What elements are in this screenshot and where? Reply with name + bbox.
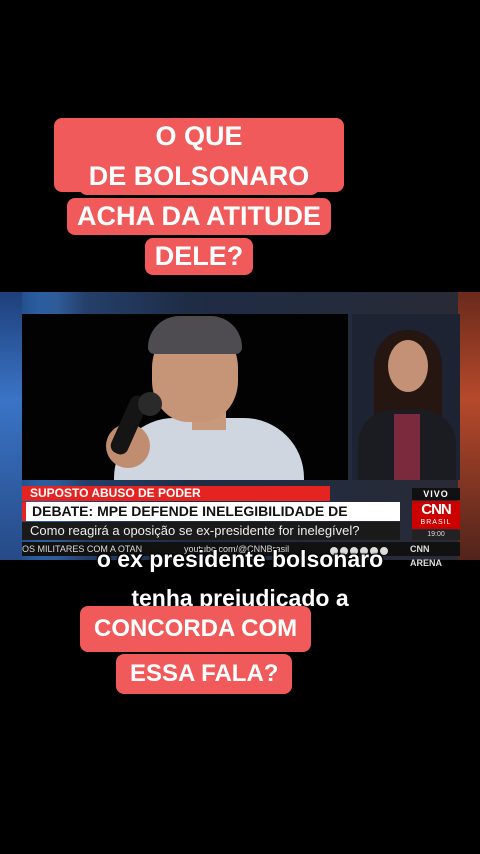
top-caption-line-3: ACHA DA ATITUDE — [67, 198, 331, 235]
bottom-caption-line-1: CONCORDA COM — [80, 606, 312, 652]
bottom-caption-line-2: ESSA FALA? — [116, 654, 293, 694]
news-headline: DEBATE: MPE DEFENDE INELEGIBILIDADE DE B… — [22, 502, 400, 538]
studio-background-right — [458, 292, 480, 560]
commentator-video-panel — [352, 314, 460, 480]
speaker-hair — [148, 316, 242, 354]
subtitle-line-1: o ex presidente bolsonaro — [96, 546, 384, 572]
news-video-frame[interactable]: SUPOSTO ABUSO DE PODER DEBATE: MPE DEFEN… — [0, 292, 480, 568]
cnn-logo-text: CNN — [421, 501, 452, 518]
top-caption-line-4: DELE? — [144, 238, 254, 275]
studio-background-left — [0, 292, 22, 560]
commentator-face — [388, 340, 428, 392]
broadcast-time: 19:00 — [412, 530, 460, 540]
cnn-logo-sub: BRASIL — [420, 519, 452, 526]
main-video-panel — [22, 314, 348, 480]
top-caption-line-2: DE BOLSONARO — [78, 158, 320, 195]
microphone-head — [138, 392, 162, 416]
cnn-logo: CNN BRASIL — [412, 501, 460, 529]
news-tag: SUPOSTO ABUSO DE PODER — [22, 486, 330, 501]
top-caption: O QUE APOIADORES DE BOLSONARO ACHA DA AT… — [54, 118, 344, 278]
news-subline: Como reagirá a oposição se ex-presidente… — [22, 522, 400, 540]
commentator-top — [394, 414, 420, 480]
live-badge: VIVO — [412, 488, 460, 500]
